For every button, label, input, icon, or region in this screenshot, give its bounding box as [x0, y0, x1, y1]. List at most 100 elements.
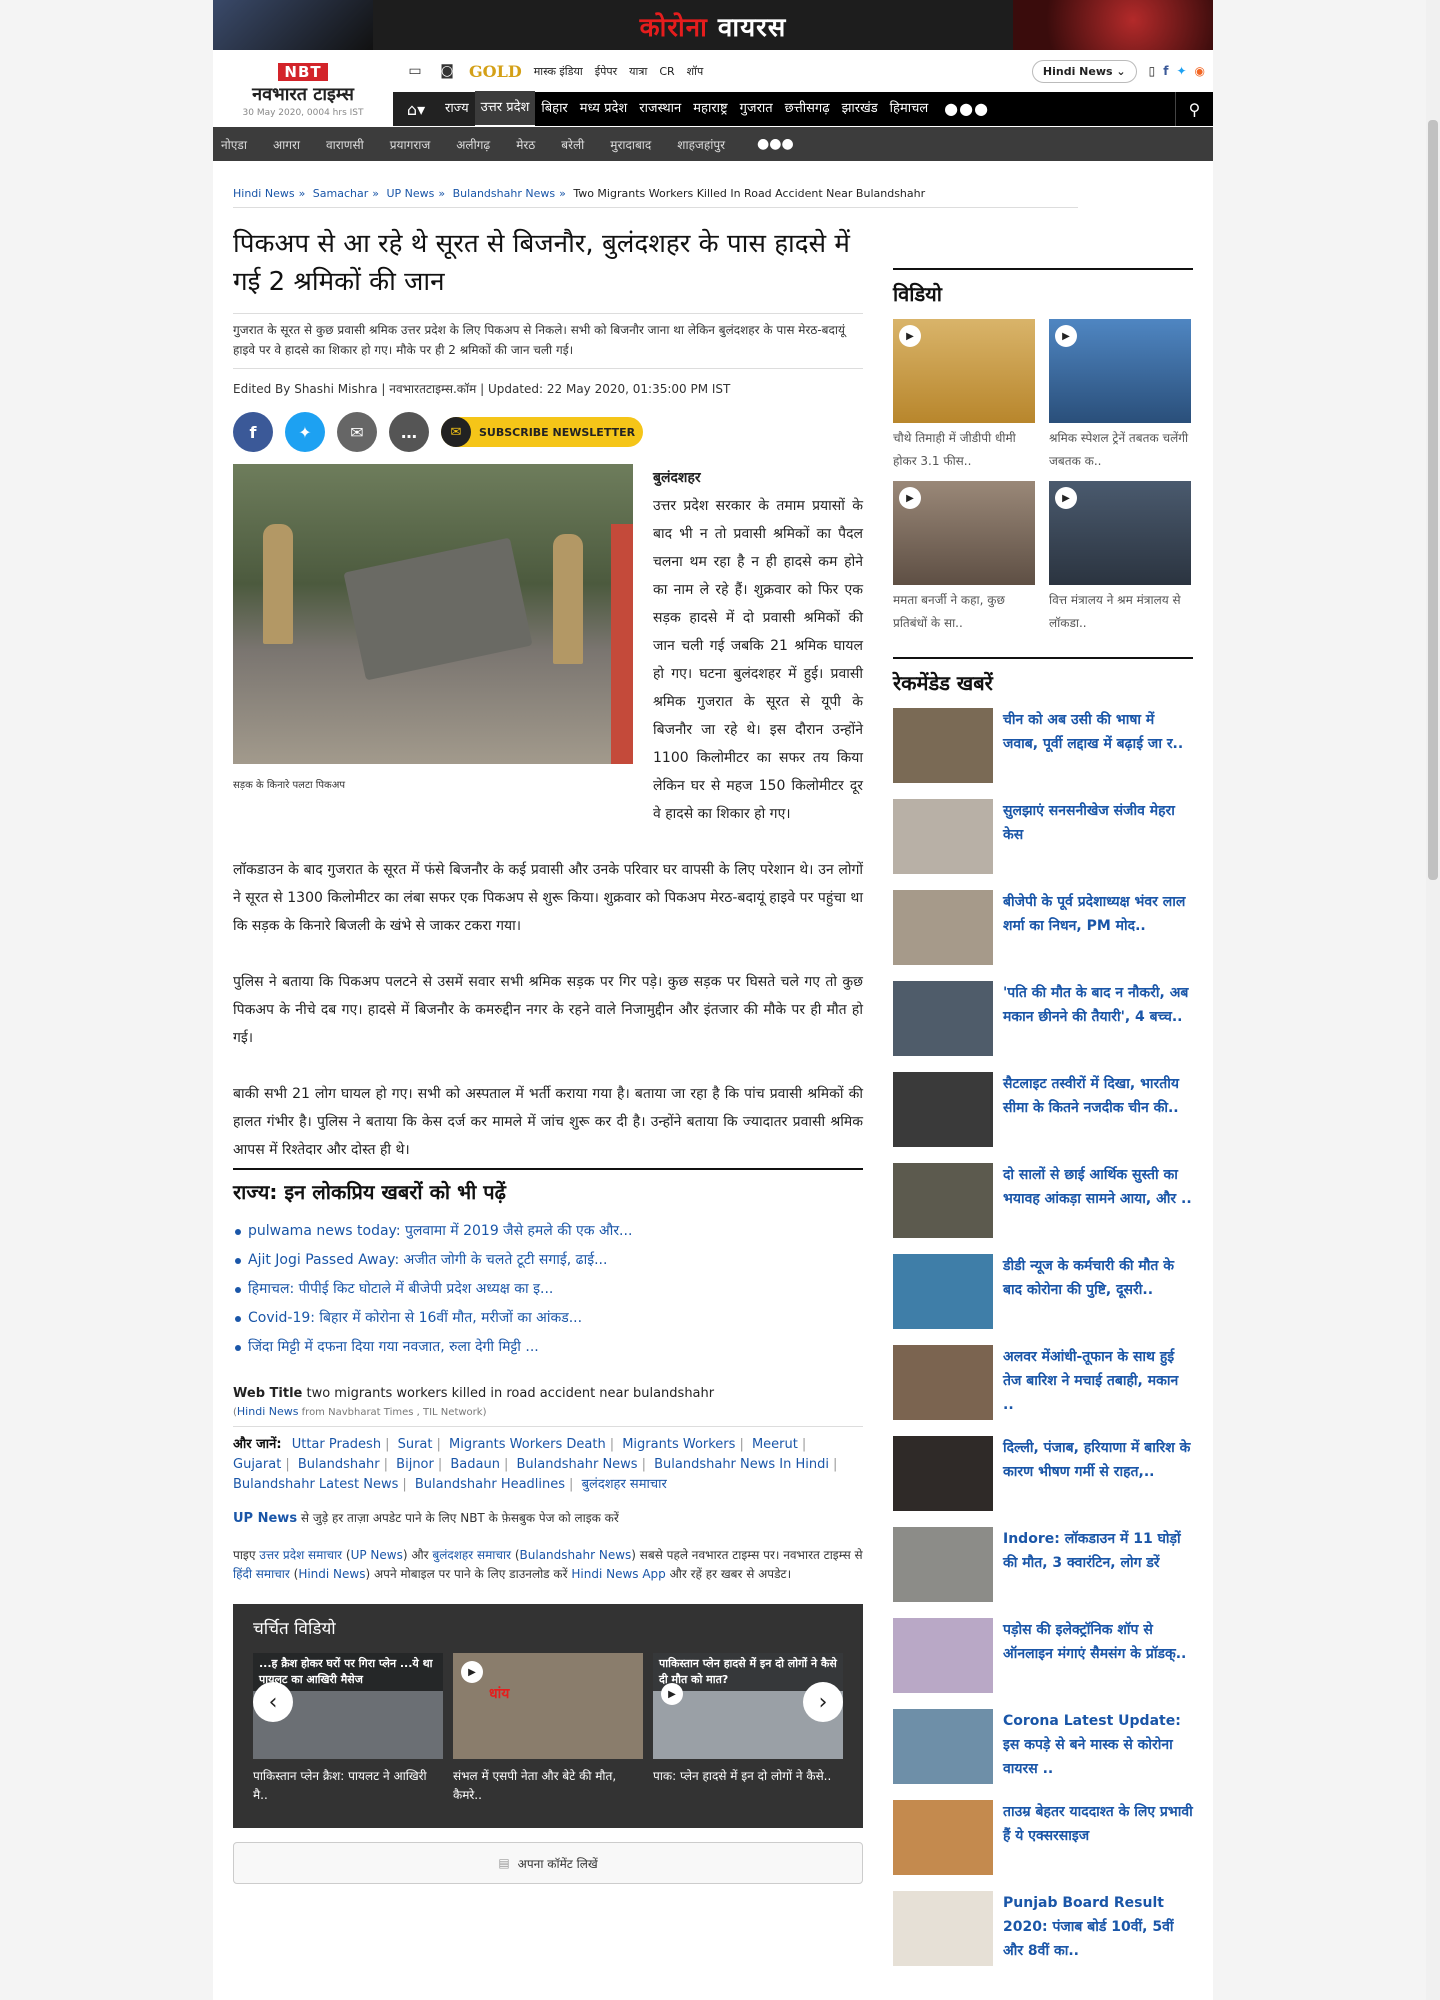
gold-link[interactable]: GOLD — [469, 62, 522, 81]
breadcrumb-samachar[interactable]: Samachar — [313, 187, 368, 200]
reco-item[interactable]: अलवर मेंआंधी-तूफान के साथ हुई तेज बारिश … — [893, 1345, 1193, 1420]
nav-jharkhand[interactable]: झारखंड — [836, 92, 884, 126]
article-photo[interactable]: सड़क के किनारे पलटा पिकअप — [233, 464, 633, 800]
site-logo[interactable]: NBT नवभारत टाइम्स 30 May 2020, 0004 hrs … — [213, 50, 393, 127]
popular-link[interactable]: Ajit Jogi Passed Away: अजीत जोगी के चलते… — [233, 1246, 863, 1275]
reco-item[interactable]: सैटलाइट तस्वीरों में दिखा, भारतीय सीमा क… — [893, 1072, 1193, 1147]
popular-link[interactable]: Covid-19: बिहार में कोरोना से 16वीं मौत,… — [233, 1304, 863, 1333]
reco-item[interactable]: Indore: लॉकडाउन में 11 घोड़ों की मौत, 3 … — [893, 1527, 1193, 1602]
app-download-link[interactable]: Hindi News App — [571, 1567, 665, 1581]
sidebar-video-card[interactable]: ▶ ममता बनर्जी ने कहा, कुछ प्रतिबंधों के स… — [893, 481, 1035, 635]
reco-item[interactable]: ताउम्र बेहतर याददाश्त के लिए प्रभावी हैं… — [893, 1800, 1193, 1875]
top-link-epaper[interactable]: ईपेपर — [595, 64, 617, 79]
tag[interactable]: बुलंदशहर समाचार — [582, 1477, 667, 1492]
subnav-bareilly[interactable]: बरेली — [547, 136, 596, 153]
tag[interactable]: Bulandshahr — [298, 1457, 380, 1472]
reco-item[interactable]: चीन को अब उसी की भाषा में जवाब, पूर्वी ल… — [893, 708, 1193, 783]
search-icon[interactable]: ⚲ — [1175, 92, 1213, 126]
video-card[interactable]: ...ह क्रैश होकर घरों पर गिरा प्लेन ...ये… — [253, 1653, 443, 1805]
subnav-aligarh[interactable]: अलीगढ़ — [442, 136, 502, 153]
email-share-icon[interactable]: ✉ — [337, 412, 377, 452]
footnote-link[interactable]: Bulandshahr News — [520, 1548, 632, 1562]
reco-item[interactable]: 'पति की मौत के बाद न नौकरी, अब मकान छीनन… — [893, 981, 1193, 1056]
tag[interactable]: Surat — [398, 1437, 433, 1452]
mobile-icon[interactable]: ▯ — [1149, 64, 1156, 78]
subnav-prayagraj[interactable]: प्रयागराज — [376, 136, 443, 153]
tag[interactable]: Migrants Workers — [622, 1437, 735, 1452]
subscribe-newsletter-button[interactable]: ✉ SUBSCRIBE NEWSLETTER — [441, 417, 644, 447]
top-link-shop[interactable]: शॉप — [687, 64, 704, 79]
hindi-news-link[interactable]: Hindi News — [237, 1405, 299, 1418]
nav-madhya-pradesh[interactable]: मध्य प्रदेश — [574, 92, 633, 126]
video-card[interactable]: पाकिस्तान प्लेन हादसे में इन दो लोगों ने… — [653, 1653, 843, 1805]
top-link-yatra[interactable]: यात्रा — [629, 64, 647, 79]
tag[interactable]: Uttar Pradesh — [292, 1437, 381, 1452]
facebook-share-icon[interactable]: f — [233, 412, 273, 452]
facebook-icon[interactable]: f — [1163, 64, 1168, 78]
reco-item[interactable]: पड़ोस की इलेक्ट्रॉनिक शॉप से ऑनलाइन मंगा… — [893, 1618, 1193, 1693]
tag[interactable]: Bijnor — [396, 1457, 434, 1472]
nav-rajasthan[interactable]: राजस्थान — [633, 92, 687, 126]
breadcrumb-hindi-news[interactable]: Hindi News — [233, 187, 295, 200]
nav-bihar[interactable]: बिहार — [535, 92, 573, 126]
subnav-moradabad[interactable]: मुरादाबाद — [596, 136, 663, 153]
reco-item[interactable]: Punjab Board Result 2020: पंजाब बोर्ड 10… — [893, 1891, 1193, 1966]
subnav-varanasi[interactable]: वाराणसी — [312, 136, 376, 153]
reco-item[interactable]: दो सालों से छाई आर्थिक सुस्ती का भयावह आ… — [893, 1163, 1193, 1238]
nav-maharashtra[interactable]: महाराष्ट्र — [687, 92, 733, 126]
scrollbar-thumb[interactable] — [1428, 120, 1438, 880]
tag[interactable]: Bulandshahr News — [517, 1457, 638, 1472]
up-news-link[interactable]: UP News — [233, 1511, 297, 1526]
tag[interactable]: Meerut — [752, 1437, 798, 1452]
nav-more-icon[interactable]: ●●● — [934, 92, 999, 126]
reco-item[interactable]: डीडी न्यूज के कर्मचारी की मौत के बाद कोर… — [893, 1254, 1193, 1329]
sidebar-video-card[interactable]: ▶ श्रमिक स्पेशल ट्रेनें तबतक चलेंगी जबतक … — [1049, 319, 1191, 473]
subnav-noida[interactable]: नोएडा — [221, 136, 259, 153]
subnav-meerut[interactable]: मेरठ — [502, 136, 547, 153]
nav-rajya[interactable]: राज्य — [439, 92, 475, 126]
subnav-agra[interactable]: आगरा — [259, 136, 312, 153]
reco-item[interactable]: दिल्ली, पंजाब, हरियाणा में बारिश के कारण… — [893, 1436, 1193, 1511]
video-camera-icon[interactable]: ▭ — [405, 64, 425, 78]
subnav-more-icon[interactable]: ●●● — [737, 136, 794, 152]
twitter-icon[interactable]: ✦ — [1176, 64, 1186, 78]
footnote-link[interactable]: Hindi News — [298, 1567, 365, 1581]
home-icon[interactable]: ⌂▾ — [393, 92, 439, 126]
rss-icon[interactable]: ◉ — [1195, 64, 1205, 78]
footnote-link[interactable]: बुलंदशहर समाचार — [432, 1548, 511, 1562]
reco-item[interactable]: सुलझाएं सनसनीखेज संजीव मेहरा केस — [893, 799, 1193, 874]
tag[interactable]: Bulandshahr News In Hindi — [654, 1457, 829, 1472]
tag[interactable]: Bulandshahr Headlines — [415, 1477, 565, 1492]
nav-gujarat[interactable]: गुजरात — [734, 92, 779, 126]
reco-item[interactable]: Corona Latest Update: इस कपड़े से बने मा… — [893, 1709, 1193, 1784]
carousel-next-icon[interactable]: › — [803, 1682, 843, 1722]
popular-link[interactable]: हिमाचल: पीपीई किट घोटाले में बीजेपी प्रद… — [233, 1275, 863, 1304]
video-card[interactable]: धांय ▶ संभल में एसपी नेता और बेटे की मौत… — [453, 1653, 643, 1805]
tag[interactable]: Bulandshahr Latest News — [233, 1477, 398, 1492]
comment-icon[interactable]: … — [389, 412, 429, 452]
sidebar-video-card[interactable]: ▶ वित्त मंत्रालय ने श्रम मंत्रालय से लॉकड… — [1049, 481, 1191, 635]
twitter-share-icon[interactable]: ✦ — [285, 412, 325, 452]
breadcrumb-bulandshahr-news[interactable]: Bulandshahr News — [453, 187, 555, 200]
nav-chhattisgarh[interactable]: छत्तीसगढ़ — [779, 92, 836, 126]
tag[interactable]: Gujarat — [233, 1457, 281, 1472]
popular-link[interactable]: pulwama news today: पुलवामा में 2019 जैस… — [233, 1217, 863, 1246]
footnote-link[interactable]: उत्तर प्रदेश समाचार — [259, 1548, 342, 1562]
photo-camera-icon[interactable]: ◙ — [437, 64, 457, 78]
popular-link[interactable]: जिंदा मिट्टी में दफना दिया गया नवजात, रु… — [233, 1333, 863, 1362]
page-scrollbar[interactable] — [1426, 0, 1440, 2000]
nav-uttar-pradesh[interactable]: उत्तर प्रदेश — [474, 91, 536, 127]
nav-himachal[interactable]: हिमाचल — [884, 92, 934, 126]
tag[interactable]: Migrants Workers Death — [449, 1437, 606, 1452]
footnote-link[interactable]: UP News — [351, 1548, 403, 1562]
reco-item[interactable]: बीजेपी के पूर्व प्रदेशाध्यक्ष भंवर लाल श… — [893, 890, 1193, 965]
corona-banner-ad[interactable]: कोरोना वायरस — [213, 0, 1213, 50]
top-link-mask[interactable]: मास्क इंडिया — [534, 64, 583, 79]
tag[interactable]: Badaun — [450, 1457, 500, 1472]
breadcrumb-up-news[interactable]: UP News — [387, 187, 435, 200]
footnote-link[interactable]: हिंदी समाचार — [233, 1567, 290, 1581]
language-dropdown[interactable]: Hindi News ⌄ — [1031, 59, 1137, 83]
write-comment-button[interactable]: ▤ अपना कॉमेंट लिखें — [233, 1842, 863, 1884]
subnav-shahjahanpur[interactable]: शाहजहांपुर — [663, 136, 737, 153]
carousel-prev-icon[interactable]: ‹ — [253, 1682, 293, 1722]
